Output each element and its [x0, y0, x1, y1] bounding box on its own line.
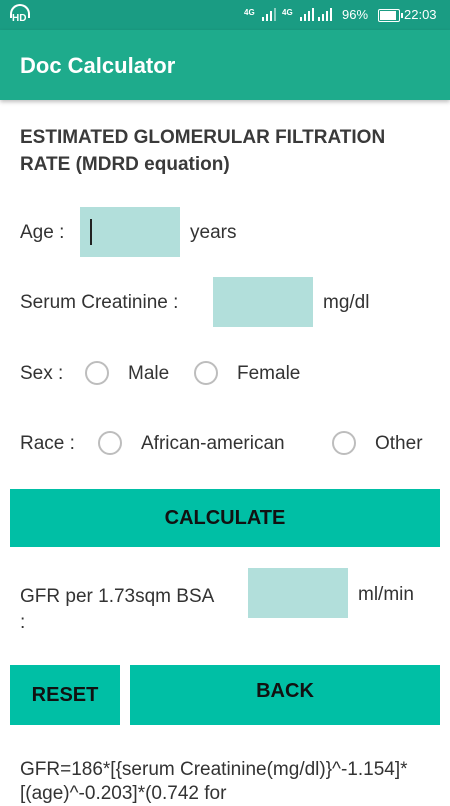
- age-unit: years: [190, 222, 237, 243]
- sex-label: Sex :: [20, 363, 64, 384]
- signal-label-2: 4G: [282, 8, 293, 17]
- signal-label-1: 4G: [244, 8, 255, 17]
- race-label: Race :: [20, 433, 75, 454]
- signal-2-icon: [300, 7, 314, 21]
- gfr-result-unit: ml/min: [358, 584, 414, 605]
- sex-male-label[interactable]: Male: [128, 363, 169, 385]
- sex-female-label[interactable]: Female: [237, 363, 300, 385]
- gfr-result-field[interactable]: [248, 568, 348, 618]
- app-title: Doc Calculator: [20, 53, 176, 78]
- race-other-radio[interactable]: [332, 431, 356, 455]
- creatinine-unit: mg/dl: [323, 292, 370, 313]
- age-label: Age :: [20, 222, 65, 243]
- formula-text: GFR=186*[{serum Creatinine(mg/dl)}^-1.15…: [20, 759, 408, 804]
- gfr-result-label: GFR per 1.73sqm BSA :: [20, 586, 214, 633]
- hd-label: HD: [12, 13, 27, 24]
- creatinine-input[interactable]: [213, 277, 313, 327]
- text-cursor: [90, 219, 92, 245]
- battery-icon: [378, 9, 403, 22]
- age-input[interactable]: [80, 207, 180, 257]
- sex-male-radio[interactable]: [85, 361, 109, 385]
- clock: 22:03: [404, 7, 437, 22]
- race-other-label[interactable]: Other: [375, 433, 423, 455]
- signal-3-icon: [318, 7, 332, 21]
- status-bar: HD 4G 4G 96% 22:03: [0, 0, 450, 30]
- app-bar: Doc Calculator: [0, 30, 450, 100]
- race-african-american-radio[interactable]: [98, 431, 122, 455]
- signal-1-icon: [262, 7, 276, 21]
- race-african-american-label[interactable]: African-american: [141, 433, 285, 455]
- back-button[interactable]: BACK: [130, 665, 440, 725]
- page-heading: ESTIMATED GLOMERULAR FILTRATION RATE (MD…: [20, 127, 386, 175]
- reset-button[interactable]: RESET: [10, 665, 120, 725]
- sex-female-radio[interactable]: [194, 361, 218, 385]
- creatinine-label: Serum Creatinine :: [20, 292, 179, 313]
- battery-percent: 96%: [342, 7, 369, 22]
- calculate-button[interactable]: CALCULATE: [10, 489, 440, 547]
